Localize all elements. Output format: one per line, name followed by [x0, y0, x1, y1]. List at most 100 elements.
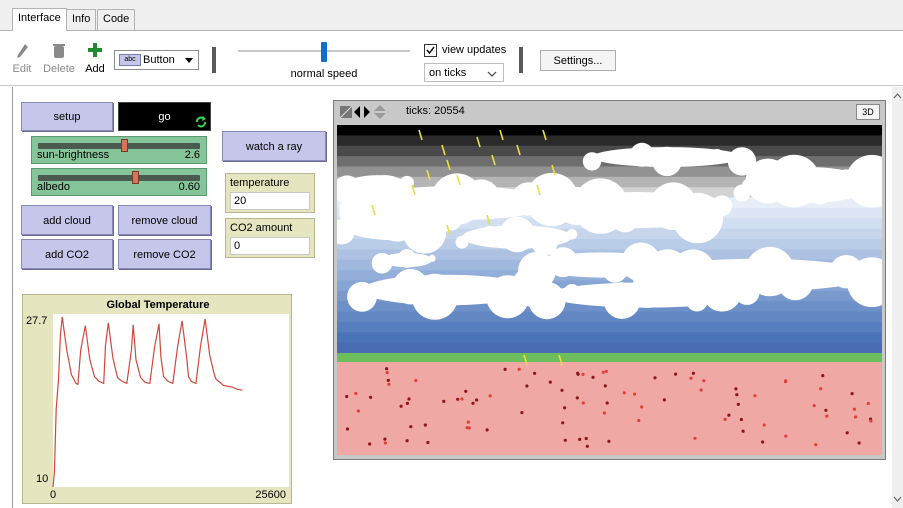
heat-particle [399, 404, 403, 408]
widget-type-value: Button [143, 54, 175, 66]
y-max-tick: 27.7 [26, 315, 47, 327]
heat-particle [622, 391, 626, 395]
sky-band [337, 135, 882, 147]
heat-particle [821, 374, 825, 378]
heat-particle [503, 367, 507, 371]
heat-particle [563, 406, 567, 410]
heat-particle [691, 371, 695, 375]
heat-particle [387, 382, 391, 386]
heat-particle [674, 372, 678, 376]
remove-co2-button[interactable]: remove CO2 [118, 239, 211, 269]
arrows-horizontal-icon[interactable] [354, 106, 370, 118]
heat-particle [689, 376, 693, 380]
heat-particle [633, 392, 637, 396]
heat-particle [383, 437, 387, 441]
heat-particle [520, 411, 524, 415]
heat-particle [465, 426, 469, 430]
interface-panel: setup go sun-brightness 2.6 albedo 0.60 … [12, 87, 892, 508]
heat-particle [662, 398, 666, 402]
plot-area [53, 314, 289, 487]
world-view: ticks: 20554 3D [333, 100, 886, 460]
heat-particle [601, 370, 605, 374]
sun-brightness-slider[interactable]: sun-brightness 2.6 [31, 136, 207, 164]
heat-particle [602, 411, 606, 415]
setup-button[interactable]: setup [21, 102, 113, 131]
heat-particle [603, 384, 607, 388]
heat-particle [723, 417, 727, 421]
update-mode-select[interactable]: on ticks [424, 63, 504, 82]
heat-particle [824, 408, 828, 412]
edit-label: Edit [12, 63, 32, 75]
scroll-down-icon[interactable] [892, 494, 903, 504]
add-cloud-button[interactable]: add cloud [21, 205, 113, 235]
heat-particle [575, 396, 579, 400]
view-updates-toggle[interactable]: view updates [424, 43, 524, 59]
heat-particle [736, 402, 740, 406]
slider-thumb[interactable] [121, 139, 129, 152]
cloud-body [547, 282, 747, 308]
3d-button[interactable]: 3D [856, 104, 880, 120]
speed-slider[interactable]: normal speed [238, 42, 410, 86]
widget-type-select[interactable]: abc Button [114, 50, 199, 70]
add-co2-button[interactable]: add CO2 [21, 239, 113, 269]
tab-info[interactable]: Info [66, 9, 97, 30]
tab-code[interactable]: Code [97, 9, 136, 30]
heat-particle [762, 423, 766, 427]
heat-particle [581, 372, 585, 376]
add-label: Add [85, 63, 105, 75]
watch-a-ray-button[interactable]: watch a ray [222, 131, 326, 161]
heat-particle [345, 394, 349, 399]
view-updates-checkbox[interactable] [424, 44, 437, 57]
heat-particle [852, 407, 857, 411]
heat-particle [345, 427, 350, 431]
heat-particle [576, 371, 580, 375]
cloud-body [742, 167, 872, 203]
heat-particle [702, 379, 706, 383]
heat-particle [405, 401, 409, 405]
cloud-body [362, 274, 532, 306]
heat-particle [819, 387, 823, 391]
heat-particle [869, 419, 873, 423]
vertical-scrollbar[interactable] [892, 87, 903, 508]
settings-button[interactable]: Settings... [540, 50, 616, 71]
view-control-strip: ticks: 20554 3D [334, 101, 885, 123]
go-button[interactable]: go [118, 102, 211, 131]
albedo-slider[interactable]: albedo 0.60 [31, 168, 207, 196]
cloud-body [382, 252, 432, 268]
x-max-tick: 25600 [255, 489, 286, 501]
heat-particle [563, 438, 567, 442]
heat-particle [548, 380, 552, 384]
forever-icon [196, 116, 206, 128]
heat-particle [825, 414, 829, 418]
heat-particle [761, 440, 765, 444]
toolbar-separator-2 [519, 47, 523, 73]
cloud-body [462, 225, 572, 249]
edit-button[interactable]: Edit [10, 41, 34, 81]
arrows-vertical-icon[interactable] [374, 105, 386, 119]
co2-amount-monitor: CO2 amount 0 [225, 218, 315, 258]
scroll-up-icon[interactable] [892, 91, 903, 101]
speed-thumb[interactable] [321, 42, 327, 62]
heat-particle [466, 420, 470, 424]
delete-label: Delete [43, 63, 75, 75]
heat-particle [783, 380, 788, 384]
sky-band [337, 321, 882, 333]
toolbar: Edit Delete Add abc Button normal speed [0, 31, 903, 86]
slider-thumb[interactable] [132, 171, 140, 184]
heat-particle [407, 397, 411, 401]
heat-particle [475, 398, 479, 402]
view-size-icon [340, 106, 352, 118]
heat-particle [584, 436, 588, 441]
heat-particle [581, 401, 585, 405]
cloud-body [592, 147, 742, 167]
sky-band [337, 332, 882, 344]
heat-particle [637, 418, 641, 423]
delete-button[interactable]: Delete [41, 41, 77, 81]
heat-particle [386, 378, 390, 382]
heat-particle [850, 392, 854, 396]
add-button[interactable]: Add [82, 41, 108, 81]
speed-label: normal speed [290, 68, 358, 80]
heat-particle [784, 434, 788, 438]
tab-interface[interactable]: Interface [12, 8, 67, 32]
remove-cloud-button[interactable]: remove cloud [118, 205, 211, 235]
